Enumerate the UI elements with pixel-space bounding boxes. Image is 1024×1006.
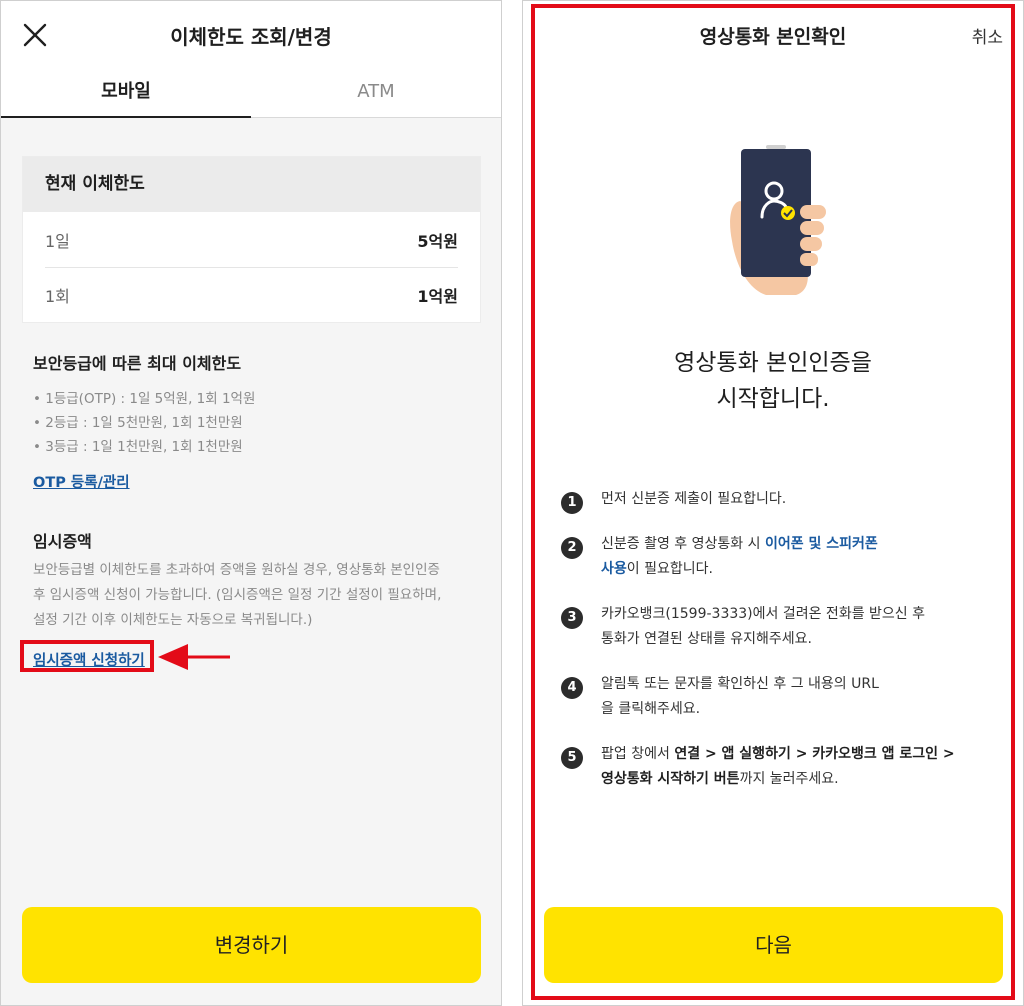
tab-atm[interactable]: ATM (251, 67, 501, 117)
security-limit-heading: 보안등급에 따른 최대 이체한도 (33, 354, 242, 373)
step-item: 3 카카오뱅크(1599-3333)에서 걸려온 전화를 받으신 후 통화가 연… (561, 602, 981, 652)
step-emphasis: 영상통화 시작하기 버튼 (601, 771, 740, 787)
security-grade-list: • 1등급(OTP) : 1일 5억원, 1회 1억원 • 2등급 : 1일 5… (33, 387, 255, 459)
limit-row-per-transfer: 1회 1억원 (45, 267, 458, 322)
headline-line: 영상통화 본인인증을 (674, 350, 872, 376)
video-call-screen: 영상통화 본인확인 취소 영상통화 본인인증을 시작합니다. 1 먼저 신분증 … (522, 0, 1024, 1006)
highlight-box (20, 640, 154, 672)
step-emphasis: 사용 (601, 561, 627, 577)
arrow-left-icon (158, 644, 230, 670)
page-title: 이체한도 조회/변경 (170, 25, 332, 49)
step-number-badge: 2 (561, 537, 583, 559)
step-item: 2 신분증 촬영 후 영상통화 시 이어폰 및 스피커폰 사용이 필요합니다. (561, 532, 981, 582)
phone-in-hand-illustration (730, 145, 826, 295)
limit-label: 1일 (45, 231, 70, 251)
step-text: 까지 눌러주세요. (739, 771, 839, 787)
headline: 영상통화 본인인증을 시작합니다. (523, 345, 1023, 417)
step-text: 알림톡 또는 문자를 확인하신 후 그 내용의 URL (601, 676, 879, 692)
step-number-badge: 4 (561, 677, 583, 699)
step-text: 먼저 신분증 제출이 필요합니다. (601, 491, 787, 507)
limit-label: 1회 (45, 287, 70, 306)
page-title: 영상통화 본인확인 (699, 26, 847, 48)
next-button[interactable]: 다음 (544, 907, 1003, 983)
step-item: 4 알림톡 또는 문자를 확인하신 후 그 내용의 URL 을 클릭해주세요. (561, 672, 981, 722)
temp-increase-heading: 임시증액 (33, 532, 92, 551)
limit-row-daily: 1일 5억원 (45, 212, 458, 267)
step-text: 신분증 촬영 후 영상통화 시 (601, 536, 765, 552)
step-list: 1 먼저 신분증 제출이 필요합니다. 2 신분증 촬영 후 영상통화 시 이어… (561, 487, 981, 792)
change-button[interactable]: 변경하기 (22, 907, 481, 983)
list-item: • 2등급 : 1일 5천만원, 1회 1천만원 (33, 415, 243, 431)
step-text: 이 필요합니다. (626, 561, 713, 577)
cancel-button[interactable]: 취소 (972, 23, 1003, 48)
list-item: • 3등급 : 1일 1천만원, 1회 1천만원 (33, 439, 243, 455)
limit-screen: 이체한도 조회/변경 모바일 ATM 현재 이체한도 1일 5억원 1회 1억원… (0, 0, 502, 1006)
step-item: 5 팝업 창에서 연결 > 앱 실행하기 > 카카오뱅크 앱 로그인 > 영상통… (561, 742, 981, 792)
step-item: 1 먼저 신분증 제출이 필요합니다. (561, 487, 981, 514)
step-text: 팝업 창에서 (601, 746, 675, 762)
headline-line: 시작합니다. (716, 386, 830, 412)
otp-manage-link[interactable]: OTP 등록/관리 (33, 471, 130, 492)
step-text: 카카오뱅크(1599-3333)에서 걸려온 전화를 받으신 후 (601, 606, 925, 622)
current-limit-heading: 현재 이체한도 (23, 157, 480, 212)
step-text: 을 클릭해주세요. (601, 701, 701, 717)
limit-value: 5억원 (417, 231, 458, 251)
current-limit-card: 현재 이체한도 1일 5억원 1회 1억원 (22, 156, 481, 323)
list-item: • 1등급(OTP) : 1일 5억원, 1회 1억원 (33, 391, 256, 407)
step-emphasis: 연결 > 앱 실행하기 > 카카오뱅크 앱 로그인 > (674, 746, 955, 762)
description-line: 설정 기간 이후 이체한도는 자동으로 복귀됩니다.) (33, 612, 313, 628)
temp-increase-description: 보안등급별 이체한도를 초과하여 증액을 원하실 경우, 영상통화 본인인증 후… (33, 558, 473, 633)
step-number-badge: 1 (561, 492, 583, 514)
limit-value: 1억원 (417, 287, 458, 306)
step-emphasis: 이어폰 및 스피커폰 (764, 536, 878, 552)
tab-bar: 모바일 ATM (1, 67, 501, 118)
tab-mobile[interactable]: 모바일 (1, 67, 251, 118)
step-number-badge: 3 (561, 607, 583, 629)
header: 이체한도 조회/변경 (1, 1, 501, 67)
description-line: 후 임시증액 신청이 가능합니다. (임시증액은 일정 기간 설정이 필요하며, (33, 587, 442, 603)
step-number-badge: 5 (561, 747, 583, 769)
step-text: 통화가 연결된 상태를 유지해주세요. (601, 631, 812, 647)
description-line: 보안등급별 이체한도를 초과하여 증액을 원하실 경우, 영상통화 본인인증 (33, 562, 440, 578)
